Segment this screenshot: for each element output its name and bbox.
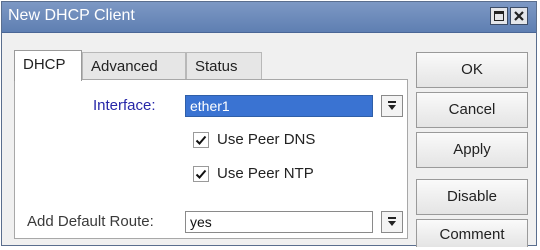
interface-label: Interface: [93,97,156,114]
maximize-icon [494,11,504,21]
checkmark-icon [195,169,207,179]
window-title: New DHCP Client [8,7,135,24]
cancel-button[interactable]: Cancel [416,92,528,128]
tab-dhcp[interactable]: DHCP [14,50,82,81]
interface-dropdown-button[interactable] [381,95,403,117]
tab-advanced[interactable]: Advanced [82,52,186,80]
add-default-route-label: Add Default Route: [27,213,154,230]
close-button[interactable] [510,7,528,25]
checkmark-icon [195,135,207,145]
close-icon [514,11,524,21]
dhcp-client-window: New DHCP Client DHCP Advanced Status Int… [1,1,537,247]
use-peer-ntp-checkbox[interactable] [193,166,209,182]
tab-status[interactable]: Status [186,52,262,80]
maximize-button[interactable] [490,7,508,25]
add-default-route-select[interactable]: yes [185,211,373,233]
use-peer-dns-label: Use Peer DNS [217,131,316,148]
chevron-down-icon [388,217,396,226]
chevron-down-icon [388,101,396,110]
interface-select[interactable]: ether1 [185,95,373,117]
comment-button[interactable]: Comment [416,219,528,247]
add-default-route-dropdown-button[interactable] [381,211,403,233]
title-bar[interactable]: New DHCP Client [2,2,536,33]
apply-button[interactable]: Apply [416,132,528,168]
disable-button[interactable]: Disable [416,179,528,215]
ok-button[interactable]: OK [416,52,528,88]
dhcp-tab-panel: Interface: ether1 Use Peer DNS Use Peer … [14,79,408,239]
use-peer-dns-checkbox[interactable] [193,132,209,148]
use-peer-ntp-label: Use Peer NTP [217,165,314,182]
